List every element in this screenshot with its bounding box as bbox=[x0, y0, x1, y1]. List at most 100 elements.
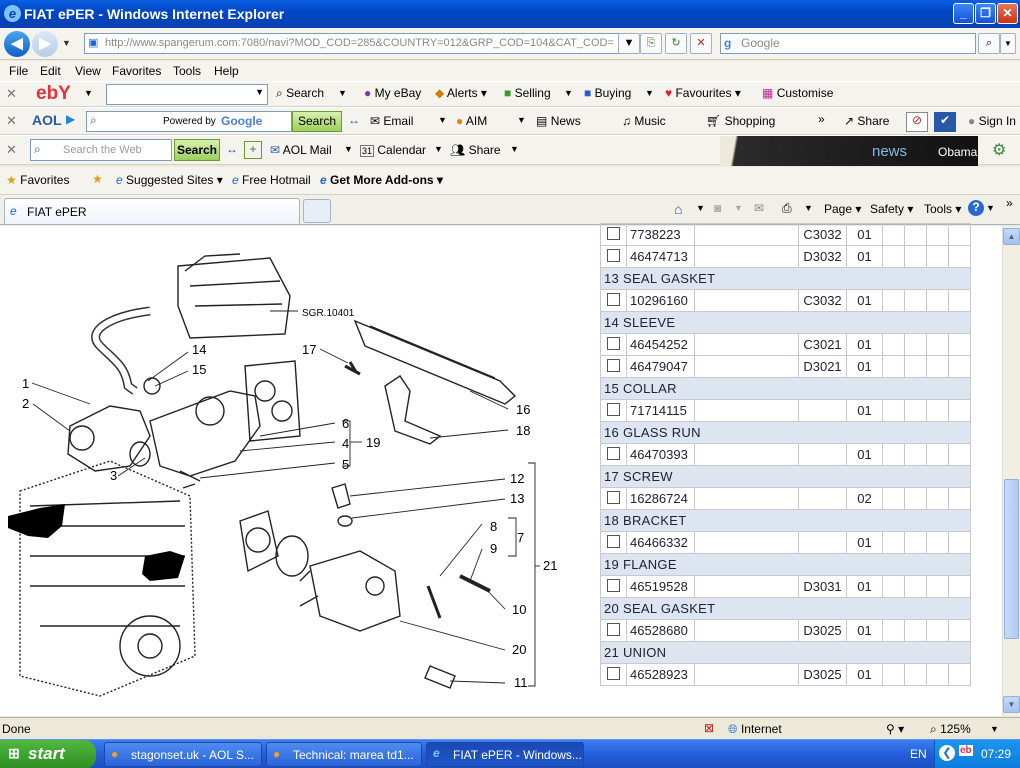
checkbox[interactable] bbox=[607, 622, 620, 636]
zoom-control[interactable]: ⌕ 125% bbox=[930, 722, 971, 737]
zone-indicator[interactable]: 🌐︎ Internet bbox=[728, 722, 782, 737]
back-button[interactable]: ◀ bbox=[4, 31, 30, 57]
checkbox[interactable] bbox=[607, 336, 620, 350]
zoom-dropdown-icon[interactable]: ▼ bbox=[990, 724, 999, 734]
music-button[interactable]: ♫ Music bbox=[622, 114, 666, 128]
menu-favorites[interactable]: Favorites bbox=[112, 64, 161, 78]
checkbox[interactable] bbox=[607, 358, 620, 372]
email-dropdown-icon[interactable]: ▼ bbox=[438, 115, 447, 125]
customise-button[interactable]: ▦ Customise bbox=[762, 86, 833, 100]
web-search-input[interactable]: ⌕ Search the Web bbox=[30, 139, 172, 161]
print-icon[interactable]: ⎙ bbox=[782, 201, 792, 216]
minimize-button[interactable]: _ bbox=[953, 3, 974, 24]
news-button[interactable]: ▤ News bbox=[536, 114, 581, 128]
checkbox[interactable] bbox=[607, 490, 620, 504]
taskbar-item-fiat[interactable]: e FIAT ePER - Windows... bbox=[426, 742, 584, 767]
calendar-button[interactable]: 31 Calendar bbox=[360, 143, 426, 157]
menu-view[interactable]: View bbox=[75, 64, 101, 78]
news-banner[interactable]: news Obama bbox=[720, 136, 978, 166]
maximize-button[interactable]: ❐ bbox=[975, 3, 996, 24]
aol-search-input[interactable]: ⌕ Powered by Google bbox=[86, 111, 292, 132]
add-favorite-icon[interactable]: ★ bbox=[92, 172, 103, 186]
aol-search-button[interactable]: Search bbox=[292, 111, 342, 132]
ebay-menu-icon[interactable]: ▼ bbox=[84, 88, 93, 98]
web-share-dropdown-icon[interactable]: ▼ bbox=[510, 144, 519, 154]
popup-blocked-icon[interactable]: ⊠ bbox=[704, 721, 714, 735]
select-checkbox[interactable] bbox=[600, 399, 627, 422]
block-icon[interactable]: ⊘ bbox=[906, 112, 928, 132]
favorites-button[interactable]: ★ Favorites bbox=[6, 173, 69, 187]
page-menu[interactable]: Page ▾ bbox=[824, 202, 861, 216]
ebay-search-button[interactable]: ⌕ Search bbox=[276, 86, 324, 101]
select-checkbox[interactable] bbox=[600, 355, 627, 378]
checkbox-icon[interactable]: ✔ bbox=[934, 112, 956, 132]
aol-share-button[interactable]: ↗ Share bbox=[844, 114, 889, 128]
select-checkbox[interactable] bbox=[600, 663, 627, 686]
free-hotmail-link[interactable]: e Free Hotmail bbox=[232, 173, 311, 187]
read-mail-icon[interactable]: ✉ bbox=[754, 201, 764, 215]
search-go-icon[interactable]: ⌕ bbox=[978, 33, 1000, 54]
scroll-down-icon[interactable]: ▼ bbox=[1003, 696, 1020, 713]
language-indicator[interactable]: EN bbox=[910, 747, 927, 761]
tray-back-icon[interactable]: ❮ bbox=[939, 745, 955, 761]
stop-icon[interactable]: ✕ bbox=[690, 33, 712, 54]
web-share-button[interactable]: 👥︎ Share bbox=[450, 143, 501, 157]
help-dropdown-icon[interactable]: ▼ bbox=[986, 203, 995, 213]
alerts-button[interactable]: ◆ Alerts ▾ bbox=[435, 86, 487, 100]
email-button[interactable]: ✉ Email bbox=[370, 114, 413, 128]
aol-mail-button[interactable]: ✉ AOL Mail bbox=[270, 143, 332, 157]
calendar-dropdown-icon[interactable]: ▼ bbox=[434, 144, 443, 154]
suggested-sites-link[interactable]: e Suggested Sites ▾ bbox=[116, 173, 223, 187]
new-tab-button[interactable] bbox=[303, 199, 331, 223]
settings-gear-icon[interactable]: ⚙ bbox=[992, 140, 1006, 160]
checkbox[interactable] bbox=[607, 578, 620, 592]
close-web-toolbar-icon[interactable]: ✕ bbox=[6, 142, 17, 158]
compatibility-icon[interactable]: ⎘ bbox=[640, 33, 662, 54]
address-input[interactable]: ▣ http://www.spangerum.com:7080/navi?MOD… bbox=[84, 33, 634, 54]
buying-dropdown-icon[interactable]: ▼ bbox=[645, 88, 654, 98]
selling-button[interactable]: ■ Selling bbox=[504, 86, 551, 100]
menu-tools[interactable]: Tools bbox=[173, 64, 201, 78]
select-checkbox[interactable] bbox=[600, 333, 627, 356]
ebay-search-dropdown-icon[interactable]: ▼ bbox=[338, 88, 347, 98]
print-dropdown-icon[interactable]: ▼ bbox=[804, 203, 813, 213]
taskbar-item-aol[interactable]: ● stagonset.uk - AOL S... bbox=[104, 742, 262, 767]
aol-logo[interactable]: AOL bbox=[32, 112, 62, 128]
my-ebay-button[interactable]: ● My eBay bbox=[364, 86, 421, 100]
taskbar-item-technical[interactable]: ● Technical: marea td1... bbox=[266, 742, 422, 767]
favourites-button[interactable]: ♥ Favourites ▾ bbox=[665, 86, 741, 100]
ebay-search-input[interactable]: ▼ bbox=[106, 84, 268, 105]
close-toolbar-icon[interactable]: ✕ bbox=[6, 86, 17, 102]
checkbox[interactable] bbox=[607, 446, 620, 460]
scroll-up-icon[interactable]: ▲ bbox=[1003, 228, 1020, 245]
close-aol-toolbar-icon[interactable]: ✕ bbox=[6, 113, 17, 129]
select-checkbox[interactable] bbox=[600, 223, 627, 246]
home-icon[interactable]: ⌂ bbox=[674, 201, 682, 217]
ebay-logo[interactable]: ebY bbox=[36, 83, 71, 105]
select-checkbox[interactable] bbox=[600, 619, 627, 642]
address-dropdown-icon[interactable]: ▼ bbox=[618, 33, 640, 54]
help-icon[interactable]: ? bbox=[968, 200, 984, 216]
more-chevron-icon[interactable]: » bbox=[818, 112, 825, 126]
checkbox[interactable] bbox=[607, 292, 620, 306]
menu-help[interactable]: Help bbox=[214, 64, 239, 78]
checkbox[interactable] bbox=[607, 248, 620, 262]
search-options-icon[interactable]: ▼ bbox=[1000, 33, 1016, 54]
home-dropdown-icon[interactable]: ▼ bbox=[696, 203, 705, 213]
aim-dropdown-icon[interactable]: ▼ bbox=[517, 115, 526, 125]
checkbox[interactable] bbox=[607, 534, 620, 548]
close-button[interactable]: ✕ bbox=[997, 3, 1018, 24]
sign-in-button[interactable]: ● Sign In bbox=[968, 114, 1016, 128]
feeds-icon[interactable]: ◙ bbox=[714, 201, 721, 215]
checkbox[interactable] bbox=[607, 402, 620, 416]
add-icon[interactable]: + bbox=[244, 141, 262, 159]
refresh-icon[interactable]: ↻ bbox=[665, 33, 687, 54]
search-input[interactable]: g Google bbox=[720, 33, 976, 54]
menu-file[interactable]: File bbox=[9, 64, 28, 78]
scroll-thumb[interactable] bbox=[1004, 479, 1019, 639]
vertical-scrollbar[interactable]: ▲ ▼ bbox=[1002, 226, 1020, 716]
select-checkbox[interactable] bbox=[600, 575, 627, 598]
select-checkbox[interactable] bbox=[600, 531, 627, 554]
tab-fiat-eper[interactable]: e FIAT ePER bbox=[4, 198, 300, 224]
buying-button[interactable]: ■ Buying bbox=[584, 86, 631, 100]
